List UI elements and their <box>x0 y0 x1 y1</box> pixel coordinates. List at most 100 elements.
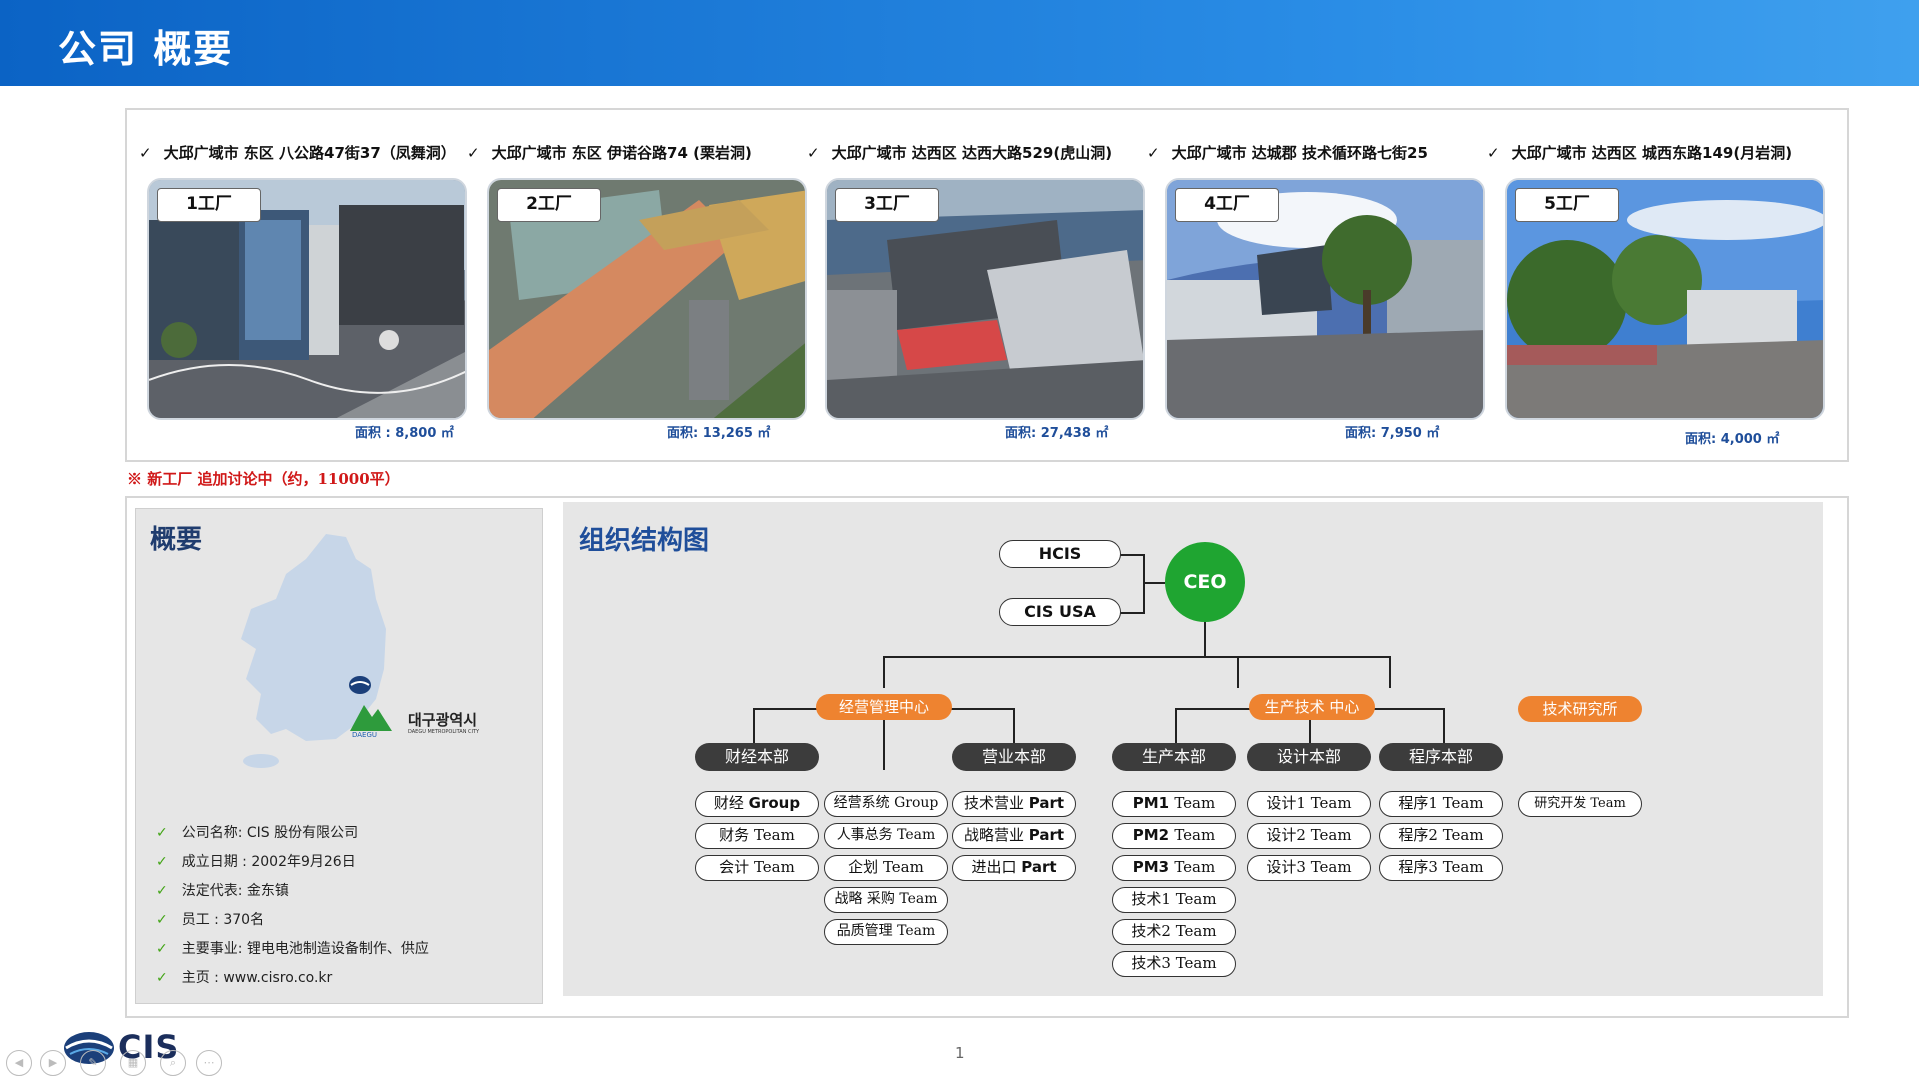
page-number: 1 <box>955 1044 965 1062</box>
team-node: 会计 Team <box>695 855 819 881</box>
summary-item: ✓ 公司名称: CIS 股份有限公司 <box>156 825 359 841</box>
connector <box>1204 622 1206 658</box>
team-node: 程序1 Team <box>1379 791 1503 817</box>
team-node: 设计2 Team <box>1247 823 1371 849</box>
factory-photo: 3工厂 <box>825 178 1145 420</box>
checkmark-icon: ✓ <box>156 825 168 841</box>
connector <box>883 656 885 688</box>
program-dept-node: 程序本部 <box>1379 743 1503 771</box>
cis-logo-icon <box>349 676 371 694</box>
team-node: PM1 Team <box>1112 791 1236 817</box>
factory-area: 面积: 7,950 ㎡ <box>1345 426 1440 441</box>
factory-area: 面积 : 8,800 ㎡ <box>355 426 454 441</box>
slides-icon[interactable]: ▦ <box>120 1050 146 1076</box>
connector <box>1237 656 1239 688</box>
factory-panel: ✓ 大邱广域市 东区 八公路47街37（凤舞洞） 1工厂 面积 : 8,800 ㎡… <box>125 108 1849 462</box>
design-dept-node: 设计本部 <box>1247 743 1371 771</box>
team-node: PM2 Team <box>1112 823 1236 849</box>
factory-photo: 2工厂 <box>487 178 807 420</box>
org-chart-title: 组织结构图 <box>579 526 710 556</box>
team-node: 进出口 Part <box>952 855 1076 881</box>
connector <box>1175 708 1177 748</box>
summary-item: ✓ 主页 : www.cisro.co.kr <box>156 970 333 986</box>
connector <box>1143 582 1165 584</box>
connector <box>753 708 755 748</box>
team-node: 人事总务 Team <box>824 823 948 849</box>
summary-item: ✓ 员工 : 370名 <box>156 912 265 928</box>
factory-photo: 4工厂 <box>1165 178 1485 420</box>
team-node: 品质管理 Team <box>824 919 948 945</box>
production-tech-center-node: 生产技术 中心 <box>1249 694 1375 720</box>
factory-tag: 5工厂 <box>1515 188 1619 222</box>
new-factory-note: ※ 新工厂 追加讨论中（约，11000平） <box>127 470 400 488</box>
team-node: 技术营业 Part <box>952 791 1076 817</box>
team-node: PM3 Team <box>1112 855 1236 881</box>
research-institute-node: 技术研究所 <box>1518 696 1642 722</box>
factory-address: ✓ 大邱广域市 东区 伊诺谷路74 (栗岩洞) <box>467 144 752 162</box>
team-node: 财务 Team <box>695 823 819 849</box>
production-dept-node: 生产本部 <box>1112 743 1236 771</box>
svg-text:DAEGU: DAEGU <box>352 731 377 739</box>
org-chart: 组织结构图 HCIS CIS USA CEO 经营管理中心 生产技术 中心 技术… <box>563 502 1823 996</box>
factory-tag: 4工厂 <box>1175 188 1279 222</box>
daegu-logo-icon: DAEGU <box>350 705 392 739</box>
prev-slide-icon[interactable]: ◀ <box>6 1050 32 1076</box>
checkmark-icon: ✓ <box>156 970 168 986</box>
connector <box>1143 554 1145 614</box>
checkmark-icon: ✓ <box>156 941 168 957</box>
hcis-node: HCIS <box>999 540 1121 568</box>
summary-item: ✓ 成立日期 : 2002年9月26日 <box>156 854 356 870</box>
factory-address: ✓ 大邱广域市 达西区 城西东路149(月岩洞) <box>1487 144 1793 162</box>
bottom-panel: 概要 DAEGU 대구광역시 DAEGU METROPOLITAN CITY ✓… <box>125 496 1849 1018</box>
ceo-node: CEO <box>1165 542 1245 622</box>
connector <box>1119 612 1145 614</box>
factory-tag: 1工厂 <box>157 188 261 222</box>
checkmark-icon: ✓ <box>1487 144 1500 162</box>
connector <box>1013 708 1015 748</box>
team-node: 战略营业 Part <box>952 823 1076 849</box>
summary-list: ✓ 公司名称: CIS 股份有限公司 ✓ 成立日期 : 2002年9月26日 ✓ 法定… <box>156 819 429 993</box>
team-node: 研究开发 Team <box>1518 791 1642 817</box>
more-icon[interactable]: ⋯ <box>196 1050 222 1076</box>
summary-box: 概要 DAEGU 대구광역시 DAEGU METROPOLITAN CITY ✓… <box>135 508 543 1004</box>
checkmark-icon: ✓ <box>156 912 168 928</box>
summary-title: 概要 <box>150 525 203 555</box>
factory-area: 面积: 27,438 ㎡ <box>1005 426 1109 441</box>
factory-photo: 1工厂 <box>147 178 467 420</box>
team-node: 财经 Group <box>695 791 819 817</box>
connector <box>1443 708 1445 748</box>
team-node: 企划 Team <box>824 855 948 881</box>
checkmark-icon: ✓ <box>156 883 168 899</box>
sales-dept-node: 营业本部 <box>952 743 1076 771</box>
summary-item: ✓ 主要事业: 锂电电池制造设备制作、供应 <box>156 941 429 957</box>
checkmark-icon: ✓ <box>156 854 168 870</box>
checkmark-icon: ✓ <box>807 144 820 162</box>
next-slide-icon[interactable]: ▶ <box>40 1050 66 1076</box>
factory-tag: 3工厂 <box>835 188 939 222</box>
factory-address: ✓ 大邱广域市 东区 八公路47街37（凤舞洞） <box>139 144 456 162</box>
connector <box>883 656 1391 658</box>
finance-dept-node: 财经本部 <box>695 743 819 771</box>
team-node: 技术1 Team <box>1112 887 1236 913</box>
team-node: 设计3 Team <box>1247 855 1371 881</box>
team-node: 程序3 Team <box>1379 855 1503 881</box>
team-node: 程序2 Team <box>1379 823 1503 849</box>
daegu-city-sub: DAEGU METROPOLITAN CITY <box>408 729 480 735</box>
summary-item: ✓ 法定代表: 金东镇 <box>156 883 289 899</box>
connector <box>1389 656 1391 688</box>
factory-area: 面积: 4,000 ㎡ <box>1685 432 1780 447</box>
cis-usa-node: CIS USA <box>999 598 1121 626</box>
team-node: 技术3 Team <box>1112 951 1236 977</box>
factory-area: 面积: 13,265 ㎡ <box>667 426 771 441</box>
checkmark-icon: ✓ <box>139 144 152 162</box>
team-node: 设计1 Team <box>1247 791 1371 817</box>
header-bar: 公司 概要 <box>0 0 1919 86</box>
checkmark-icon: ✓ <box>1147 144 1160 162</box>
connector <box>1119 554 1145 556</box>
zoom-icon[interactable]: ⌕ <box>160 1050 186 1076</box>
daegu-city-label: 대구광역시 <box>408 711 478 729</box>
factory-address: ✓ 大邱广域市 达城郡 技术循环路七街25 <box>1147 144 1428 162</box>
page-title: 公司 概要 <box>58 27 234 71</box>
pen-icon[interactable]: ✎ <box>80 1050 106 1076</box>
team-node: 战略 采购 Team <box>824 887 948 913</box>
